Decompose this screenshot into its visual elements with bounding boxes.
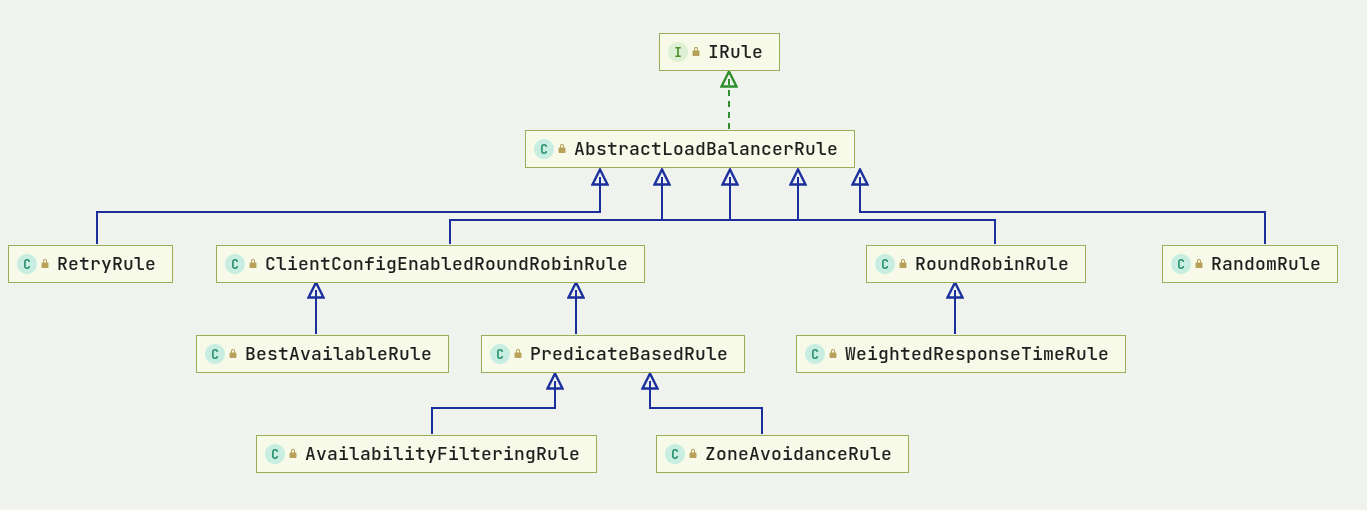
type-badge: C: [534, 139, 568, 159]
node-label: AbstractLoadBalancerRule: [574, 138, 838, 161]
type-badge: C: [265, 444, 299, 464]
node-label: RoundRobinRule: [915, 253, 1069, 276]
lock-icon: [1193, 258, 1205, 270]
type-badge: C: [225, 254, 259, 274]
node-label: ZoneAvoidanceRule: [705, 443, 892, 466]
type-badge: C: [875, 254, 909, 274]
class-availabilityfilteringrule: C AvailabilityFilteringRule: [256, 435, 597, 473]
type-badge: C: [805, 344, 839, 364]
lock-icon: [690, 46, 702, 58]
node-label: RetryRule: [57, 253, 156, 276]
interface-irule: I IRule: [659, 33, 780, 71]
node-label: BestAvailableRule: [245, 343, 432, 366]
lock-icon: [827, 348, 839, 360]
node-label: IRule: [708, 41, 763, 64]
node-label: AvailabilityFilteringRule: [305, 443, 580, 466]
type-badge: C: [490, 344, 524, 364]
class-icon: C: [265, 444, 285, 464]
node-label: PredicateBasedRule: [530, 343, 728, 366]
class-abstractloadbalancerrule: C AbstractLoadBalancerRule: [525, 130, 855, 168]
lock-icon: [227, 348, 239, 360]
lock-icon: [897, 258, 909, 270]
class-icon: C: [205, 344, 225, 364]
class-icon: C: [490, 344, 510, 364]
node-label: WeightedResponseTimeRule: [845, 343, 1109, 366]
class-icon: C: [875, 254, 895, 274]
node-label: RandomRule: [1211, 253, 1321, 276]
lock-icon: [247, 258, 259, 270]
interface-icon: I: [668, 42, 688, 62]
class-predicatebasedrule: C PredicateBasedRule: [481, 335, 745, 373]
lock-icon: [287, 448, 299, 460]
class-zoneavoidancerule: C ZoneAvoidanceRule: [656, 435, 909, 473]
lock-icon: [512, 348, 524, 360]
type-badge: C: [17, 254, 51, 274]
type-badge: C: [205, 344, 239, 364]
class-icon: C: [534, 139, 554, 159]
type-badge: I: [668, 42, 702, 62]
class-icon: C: [17, 254, 37, 274]
class-icon: C: [225, 254, 245, 274]
type-badge: C: [665, 444, 699, 464]
class-icon: C: [665, 444, 685, 464]
class-weightedresponsetimerule: C WeightedResponseTimeRule: [796, 335, 1126, 373]
class-icon: C: [1171, 254, 1191, 274]
lock-icon: [556, 143, 568, 155]
class-bestavailablerule: C BestAvailableRule: [196, 335, 449, 373]
class-retryrule: C RetryRule: [8, 245, 173, 283]
lock-icon: [687, 448, 699, 460]
class-icon: C: [805, 344, 825, 364]
class-clientconfigenabledroundrobinrule: C ClientConfigEnabledRoundRobinRule: [216, 245, 645, 283]
node-label: ClientConfigEnabledRoundRobinRule: [265, 253, 628, 276]
lock-icon: [39, 258, 51, 270]
class-randomrule: C RandomRule: [1162, 245, 1338, 283]
type-badge: C: [1171, 254, 1205, 274]
class-roundrobinrule: C RoundRobinRule: [866, 245, 1086, 283]
